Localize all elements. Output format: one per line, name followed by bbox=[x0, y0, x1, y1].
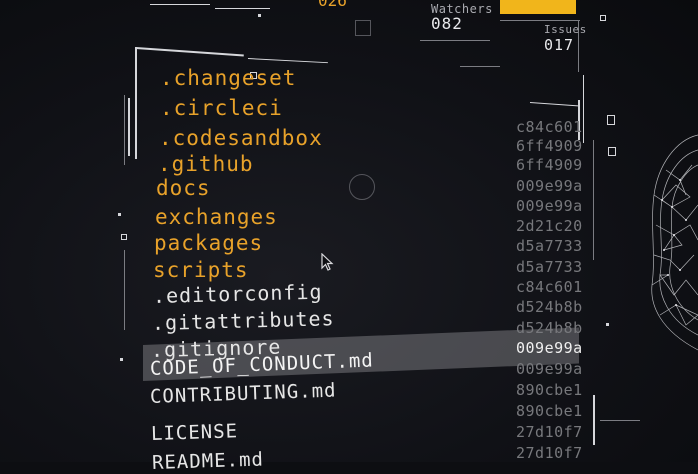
commit-hash: 6ff4909 bbox=[516, 156, 583, 174]
commit-hash: 009e99a bbox=[516, 360, 583, 378]
commit-hash: c84c601 bbox=[516, 278, 583, 296]
file-list: .changeset .circleci .codesandbox .githu… bbox=[0, 0, 698, 474]
file-row-exchanges[interactable]: exchanges bbox=[155, 205, 278, 229]
commit-hash: d524b8b bbox=[516, 298, 583, 316]
commit-hash: 009e99a bbox=[516, 177, 583, 195]
file-row-packages[interactable]: packages bbox=[154, 231, 263, 255]
wireframe-head-icon bbox=[651, 134, 698, 351]
commit-hash: 6ff4909 bbox=[516, 137, 583, 155]
commit-hash: d5a7733 bbox=[516, 258, 583, 276]
file-row-circleci[interactable]: .circleci bbox=[160, 96, 283, 120]
file-row-changeset[interactable]: .changeset bbox=[160, 66, 296, 90]
file-row-license[interactable]: LICENSE bbox=[151, 420, 239, 445]
file-row-codesandbox[interactable]: .codesandbox bbox=[159, 126, 323, 150]
file-row-gitattributes[interactable]: .gitattributes bbox=[152, 306, 335, 335]
commit-hash: 009e99a bbox=[516, 197, 583, 215]
commit-hash: c84c601 bbox=[516, 118, 583, 136]
commit-hash: d524b8b bbox=[516, 319, 583, 337]
file-row-docs[interactable]: docs bbox=[156, 176, 211, 200]
commit-hash: 27d10f7 bbox=[516, 444, 583, 462]
file-row-github[interactable]: .github bbox=[158, 152, 254, 176]
commit-hash: 890cbe1 bbox=[516, 381, 583, 399]
mouse-pointer-icon bbox=[321, 253, 334, 271]
commit-hash: 890cbe1 bbox=[516, 402, 583, 420]
commit-hash: 2d21c20 bbox=[516, 217, 583, 235]
file-row-contributing[interactable]: CONTRIBUTING.md bbox=[150, 379, 337, 407]
file-row-scripts[interactable]: scripts bbox=[153, 258, 249, 282]
commit-hash-selected: 009e99a bbox=[516, 339, 583, 357]
commit-hash: d5a7733 bbox=[516, 237, 583, 255]
commit-hash: 27d10f7 bbox=[516, 423, 583, 441]
hud-screen: 026 Watchers 082 Issues 017 .changeset .… bbox=[0, 0, 698, 474]
file-row-readme[interactable]: README.md bbox=[152, 448, 265, 474]
file-row-editorconfig[interactable]: .editorconfig bbox=[153, 280, 323, 308]
